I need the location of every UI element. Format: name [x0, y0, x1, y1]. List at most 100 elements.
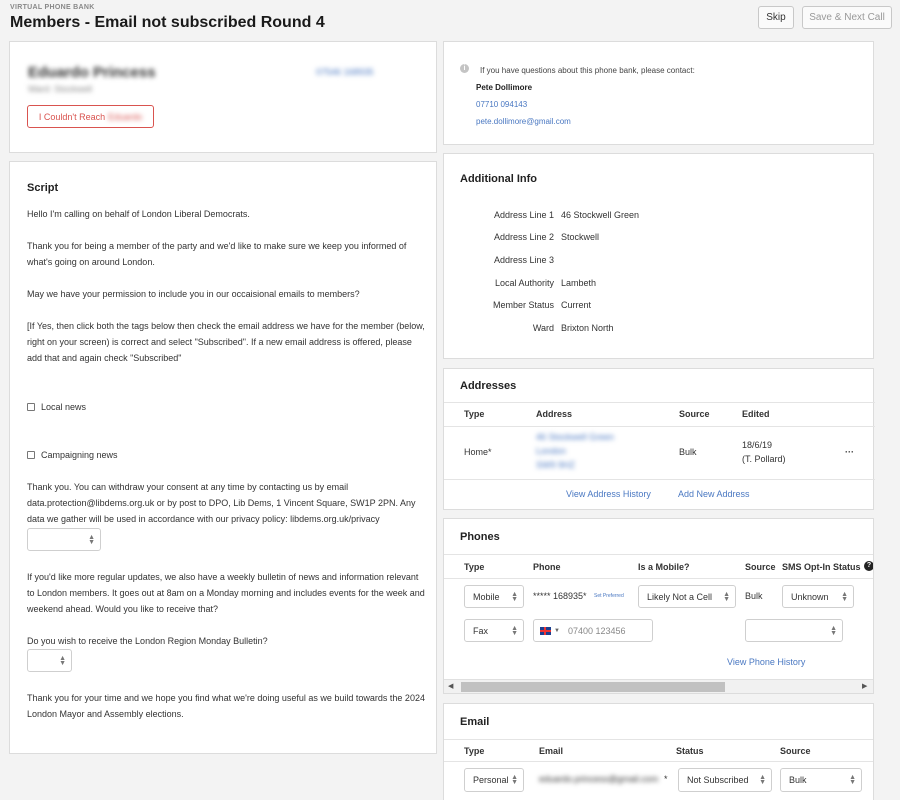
script-paragraph: [If Yes, then click both the tags below …	[27, 321, 425, 363]
col-email: Email	[539, 746, 564, 756]
bulletin-select[interactable]: ▲ ▼	[27, 649, 72, 672]
scroll-left-icon[interactable]: ◀	[448, 682, 453, 690]
info-value: Current	[561, 300, 592, 310]
email-card: Email Type Email Status Source Personal ▲…	[443, 703, 874, 800]
col-type: Type	[464, 409, 485, 419]
scroll-right-icon[interactable]: ▶	[862, 682, 867, 690]
select-arrows-icon: ▲ ▼	[511, 774, 518, 786]
campaigning-news-label[interactable]: Campaigning news	[41, 450, 118, 460]
col-status: Status	[676, 746, 704, 756]
col-source: Source	[745, 562, 776, 572]
col-source: Source	[679, 409, 710, 419]
sms-optin-select[interactable]: ▲ ▼	[745, 619, 843, 642]
phone-number: ***** 168935*	[533, 591, 587, 601]
page-eyebrow: VIRTUAL PHONE BANK	[10, 4, 95, 11]
phone-type-value: Mobile	[473, 591, 500, 602]
save-next-call-button[interactable]: Save & Next Call	[802, 6, 892, 29]
address-source: Bulk	[679, 447, 697, 457]
couldnt-reach-button[interactable]: I Couldn't Reach Eduardo	[27, 105, 154, 128]
campaigning-news-checkbox[interactable]	[27, 451, 35, 459]
set-preferred-link[interactable]: Set Preferred	[594, 593, 624, 599]
col-sms-status: SMS Opt-In Status	[782, 562, 861, 572]
address-edited-by: (T. Pollard)	[742, 454, 786, 464]
addresses-card: Addresses Type Address Source Edited Hom…	[443, 368, 875, 510]
email-star: *	[664, 774, 668, 784]
local-news-label[interactable]: Local news	[41, 402, 86, 412]
select-arrows-icon: ▲ ▼	[723, 590, 730, 603]
address-line: SW9 9HZ	[536, 460, 576, 470]
sms-optin-select[interactable]: Unknown ▲ ▼	[782, 585, 854, 608]
select-arrows-icon: ▲ ▼	[841, 590, 848, 603]
address-line: London	[536, 446, 567, 456]
select-arrows-icon: ▲ ▼	[511, 624, 518, 637]
col-source: Source	[780, 746, 811, 756]
chevron-down-icon: ▼	[554, 627, 560, 634]
additional-info-heading: Additional Info	[460, 173, 537, 185]
new-phone-input[interactable]: ▼ 07400 123456	[533, 619, 653, 642]
info-value: 46 Stockwell Green	[561, 210, 640, 220]
view-address-history-link[interactable]: View Address History	[566, 489, 651, 499]
info-value: Lambeth	[561, 278, 597, 288]
add-new-address-link[interactable]: Add New Address	[678, 489, 750, 499]
info-value: Stockwell	[561, 232, 600, 242]
contact-subtitle: Ward: Stockwell	[28, 84, 93, 94]
select-arrows-icon: ▲ ▼	[830, 624, 837, 637]
col-is-mobile: Is a Mobile?	[638, 562, 690, 572]
consent-select[interactable]: ▲ ▼	[27, 528, 101, 551]
view-phone-history-link[interactable]: View Phone History	[727, 657, 805, 667]
select-arrows-icon: ▲ ▼	[88, 533, 95, 546]
horizontal-scrollbar[interactable]: ◀ ▶	[444, 679, 873, 693]
email-address[interactable]: eduardo.princess@gmail.com	[539, 774, 658, 784]
script-paragraph: Do you wish to receive the London Region…	[27, 636, 268, 646]
select-arrows-icon: ▲ ▼	[759, 774, 766, 786]
info-label: Address Line 2	[493, 232, 554, 242]
col-phone: Phone	[533, 562, 561, 572]
divider	[444, 402, 875, 403]
script-paragraph: May we have your permission to include y…	[27, 289, 360, 299]
email-type-select[interactable]: Personal ▲ ▼	[464, 768, 524, 792]
info-contact-name: Pete Dollimore	[476, 83, 533, 92]
divider	[444, 739, 873, 740]
divider	[444, 479, 875, 480]
script-card: Script Hello I'm calling on behalf of Lo…	[9, 161, 437, 754]
phone-placeholder: 07400 123456	[567, 625, 626, 636]
phone-type-value: Fax	[473, 625, 489, 636]
address-line: 46 Stockwell Green	[536, 432, 615, 442]
is-mobile-select[interactable]: Likely Not a Cell ▲ ▼	[638, 585, 736, 608]
phone-type-select[interactable]: Mobile ▲ ▼	[464, 585, 524, 608]
info-label: Address Line 3	[493, 255, 554, 265]
email-source-select[interactable]: Bulk ▲ ▼	[780, 768, 862, 792]
email-source-value: Bulk	[789, 775, 807, 785]
is-mobile-value: Likely Not a Cell	[647, 591, 713, 602]
select-arrows-icon: ▲ ▼	[59, 654, 66, 667]
info-note: If you have questions about this phone b…	[480, 66, 695, 75]
col-type: Type	[464, 746, 485, 756]
email-heading: Email	[460, 716, 490, 728]
more-options-icon[interactable]: ···	[845, 447, 854, 457]
contact-phone-link[interactable]: 07546 168935	[316, 67, 374, 77]
help-icon[interactable]: ?	[864, 561, 873, 571]
script-paragraph: Thank you for being a member of the part…	[27, 241, 407, 267]
info-label: Ward	[532, 323, 554, 333]
script-heading: Script	[27, 182, 59, 194]
info-contact-email[interactable]: pete.dollimore@gmail.com	[476, 117, 571, 126]
page-title: Members - Email not subscribed Round 4	[10, 14, 325, 31]
divider	[444, 426, 875, 427]
col-type: Type	[464, 562, 485, 572]
script-paragraph: If you'd like more regular updates, we a…	[27, 572, 425, 614]
couldnt-reach-label: I Couldn't Reach	[38, 111, 106, 122]
skip-button[interactable]: Skip	[758, 6, 794, 29]
additional-info-card: Additional Info Address Line 1 46 Stockw…	[443, 153, 874, 359]
col-address: Address	[536, 409, 573, 419]
email-status-select[interactable]: Not Subscribed ▲ ▼	[678, 768, 772, 792]
divider	[444, 578, 873, 579]
select-arrows-icon: ▲ ▼	[511, 590, 518, 603]
phone-type-select[interactable]: Fax ▲ ▼	[464, 619, 524, 642]
info-label: Member Status	[492, 300, 554, 310]
info-contact-phone[interactable]: 07710 094143	[476, 100, 527, 109]
addresses-heading: Addresses	[460, 380, 517, 392]
script-paragraph: Hello I'm calling on behalf of London Li…	[27, 209, 250, 219]
script-paragraph: Thank you. You can withdraw your consent…	[27, 482, 416, 524]
local-news-checkbox[interactable]	[27, 403, 35, 411]
scrollbar-thumb[interactable]	[461, 682, 725, 692]
